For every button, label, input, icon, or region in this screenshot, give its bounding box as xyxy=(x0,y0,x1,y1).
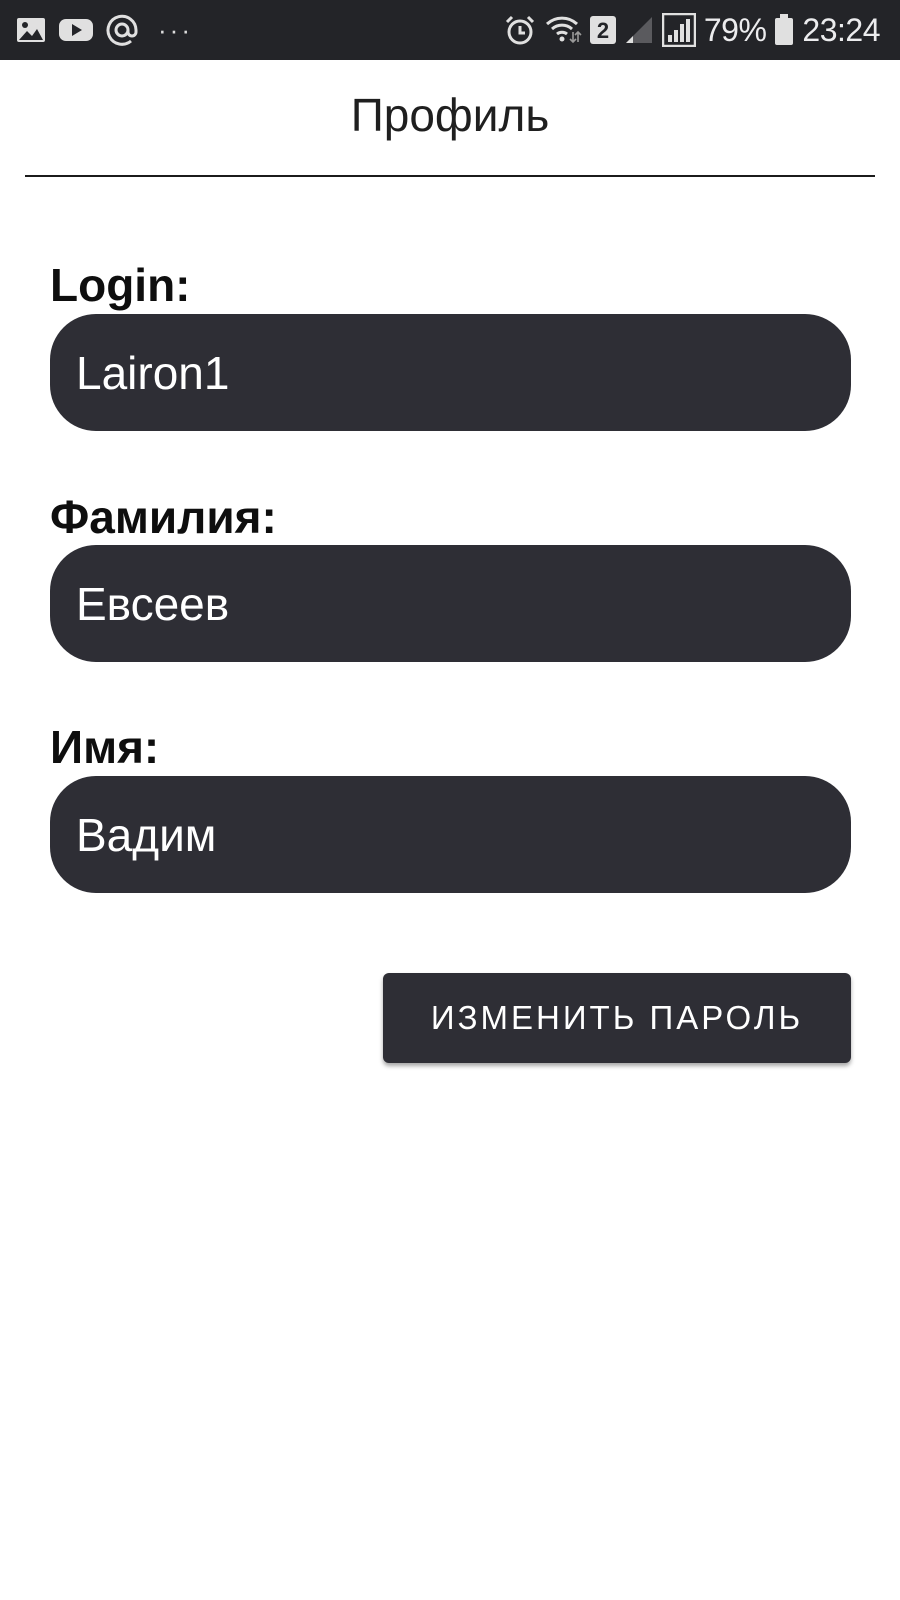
name-value: Вадим xyxy=(76,808,217,861)
gallery-icon xyxy=(16,16,46,44)
login-label: Login: xyxy=(50,259,191,311)
surname-field[interactable]: Евсеев xyxy=(50,545,851,662)
battery-icon xyxy=(774,14,794,46)
sim-badge-number: 2 xyxy=(597,18,609,43)
page-title: Профиль xyxy=(350,88,550,141)
alarm-icon xyxy=(504,14,536,46)
change-password-button[interactable]: ИЗМЕНИТЬ ПАРОЛЬ xyxy=(383,973,851,1063)
at-sign-icon xyxy=(106,14,138,46)
app-header: Профиль xyxy=(25,60,875,177)
login-value: Lairon1 xyxy=(76,346,230,399)
signal-icon xyxy=(661,13,696,47)
status-time: 23:24 xyxy=(802,11,880,48)
signal-weak-icon xyxy=(624,15,654,45)
battery-percent: 79% xyxy=(703,11,767,48)
wifi-icon xyxy=(544,14,582,46)
login-field[interactable]: Lairon1 xyxy=(50,314,851,431)
status-bar: ··· 2 79% 23:24 xyxy=(0,0,900,60)
surname-label: Фамилия: xyxy=(50,491,277,543)
sim-2-icon: 2 xyxy=(589,16,616,44)
name-field[interactable]: Вадим xyxy=(50,776,851,893)
status-bar-right: 2 79% 23:24 xyxy=(504,12,900,49)
youtube-icon xyxy=(58,16,94,44)
name-label: Имя: xyxy=(50,721,160,773)
more-notifications-indicator: ··· xyxy=(158,14,193,45)
surname-value: Евсеев xyxy=(76,577,230,630)
status-bar-left: ··· xyxy=(0,14,193,46)
